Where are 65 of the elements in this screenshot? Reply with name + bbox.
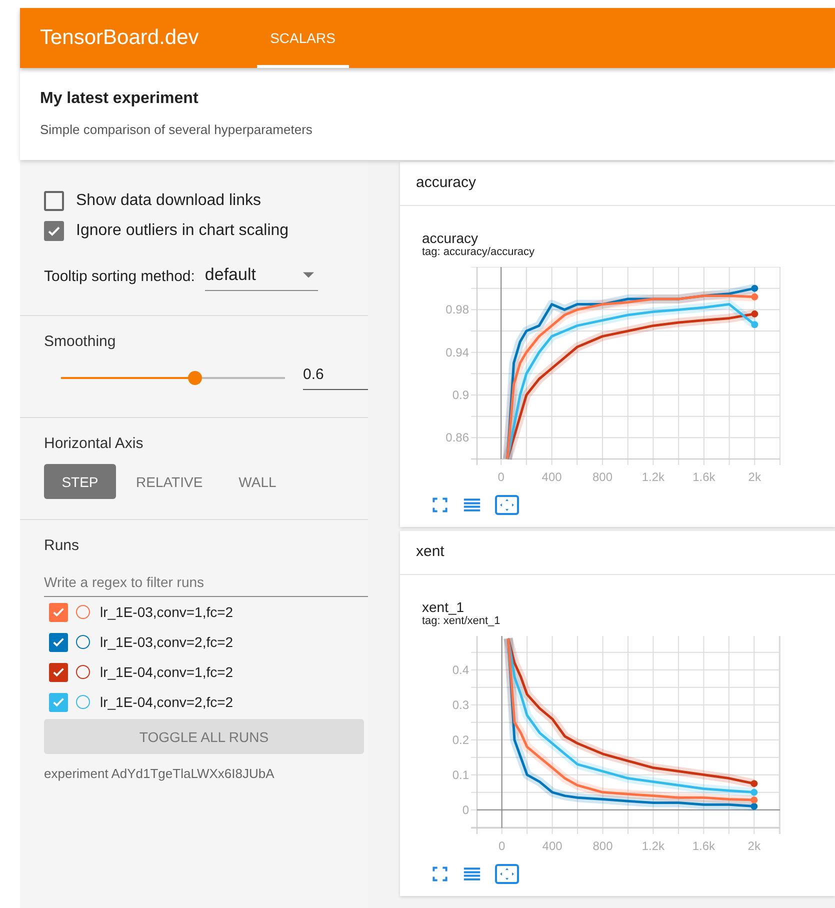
checkbox[interactable] bbox=[44, 191, 64, 211]
checkbox-label: Ignore outliers in chart scaling bbox=[76, 222, 289, 240]
fullscreen-icon[interactable] bbox=[431, 496, 449, 514]
run-checkbox[interactable] bbox=[49, 662, 68, 682]
x-tick-label: 0 bbox=[498, 470, 504, 484]
x-tick-label: 400 bbox=[542, 470, 562, 484]
run-name: lr_1E-03,conv=2,fc=2 bbox=[100, 634, 234, 650]
run-name: lr_1E-04,conv=1,fc=2 bbox=[100, 664, 234, 680]
y-tick-label: 0.86 bbox=[446, 430, 469, 445]
x-tick-label: 800 bbox=[592, 839, 613, 853]
run-checkbox[interactable] bbox=[49, 602, 68, 622]
slider-thumb[interactable] bbox=[188, 371, 202, 385]
sort-label: Tooltip sorting method: bbox=[44, 268, 195, 287]
section-title: Smoothing bbox=[44, 332, 117, 350]
chart-tag: tag: accuracy/accuracy bbox=[422, 246, 835, 258]
chart-tag: tag: xent/xent_1 bbox=[422, 615, 835, 627]
x-tick-label: 2k bbox=[748, 470, 761, 484]
y-tick-label: 0 bbox=[462, 802, 469, 817]
y-tick-label: 0.1 bbox=[452, 768, 469, 782]
lines-icon[interactable] bbox=[463, 496, 481, 514]
run-name: lr_1E-04,conv=2,fc=2 bbox=[100, 694, 234, 710]
lines-icon[interactable] bbox=[463, 865, 481, 883]
fullscreen-icon[interactable] bbox=[431, 865, 449, 883]
section-title: Horizontal Axis bbox=[44, 434, 144, 452]
caret-icon bbox=[302, 272, 314, 278]
chart-title: xent_1 bbox=[422, 599, 466, 615]
x-tick-label: 1.2k bbox=[642, 839, 665, 853]
axis-option[interactable]: WALL bbox=[222, 464, 292, 499]
checkbox-label: Show data download links bbox=[76, 192, 262, 210]
smoothing-input[interactable]: 0.6 bbox=[303, 366, 368, 390]
fit-to-data-icon[interactable] bbox=[495, 864, 519, 884]
x-tick-label: 0 bbox=[498, 839, 506, 853]
x-tick-label: 800 bbox=[592, 470, 613, 484]
run-checkbox[interactable] bbox=[49, 632, 68, 652]
end-point-marker bbox=[751, 310, 758, 318]
x-tick-label: 1.2k bbox=[642, 470, 665, 484]
chart-title: accuracy bbox=[422, 230, 480, 246]
checkbox[interactable] bbox=[44, 221, 64, 241]
section-title: Runs bbox=[44, 536, 80, 554]
axis-option[interactable]: RELATIVE bbox=[120, 464, 219, 499]
y-tick-label: 0.98 bbox=[446, 302, 469, 317]
y-tick-label: 0.2 bbox=[452, 732, 469, 747]
toggle-all-button[interactable]: TOGGLE ALL RUNS bbox=[44, 719, 364, 754]
x-tick-label: 1.6k bbox=[692, 470, 716, 484]
tab[interactable]: SCALARS bbox=[256, 11, 349, 68]
experiment-description: Simple comparison of several hyperparameters bbox=[40, 122, 314, 137]
x-tick-label: 2k bbox=[748, 839, 760, 853]
filter-field[interactable]: Write a regex to filter runs bbox=[44, 568, 368, 597]
x-tick-label: 400 bbox=[542, 839, 562, 853]
experiment-title: My latest experiment bbox=[40, 90, 200, 108]
y-tick-label: 0.9 bbox=[452, 388, 469, 402]
fit-to-data-icon[interactable] bbox=[495, 495, 519, 515]
run-checkbox[interactable] bbox=[49, 692, 68, 712]
y-tick-label: 0.3 bbox=[452, 698, 469, 712]
end-point-marker bbox=[751, 321, 758, 328]
experiment-id: experiment AdYd1TgeTlaLWXx6I8JUbA bbox=[44, 766, 276, 781]
app-title: TensorBoard.dev bbox=[39, 25, 200, 51]
axis-option[interactable]: STEP bbox=[44, 464, 116, 499]
card-title: accuracy bbox=[400, 162, 835, 206]
y-tick-label: 0.94 bbox=[446, 345, 469, 360]
x-tick-label: 1.6k bbox=[692, 839, 716, 853]
y-tick-label: 0.4 bbox=[452, 662, 469, 677]
card-title: xent bbox=[400, 531, 835, 575]
run-name: lr_1E-03,conv=1,fc=2 bbox=[100, 604, 234, 620]
sort-dropdown[interactable]: default bbox=[204, 265, 318, 291]
